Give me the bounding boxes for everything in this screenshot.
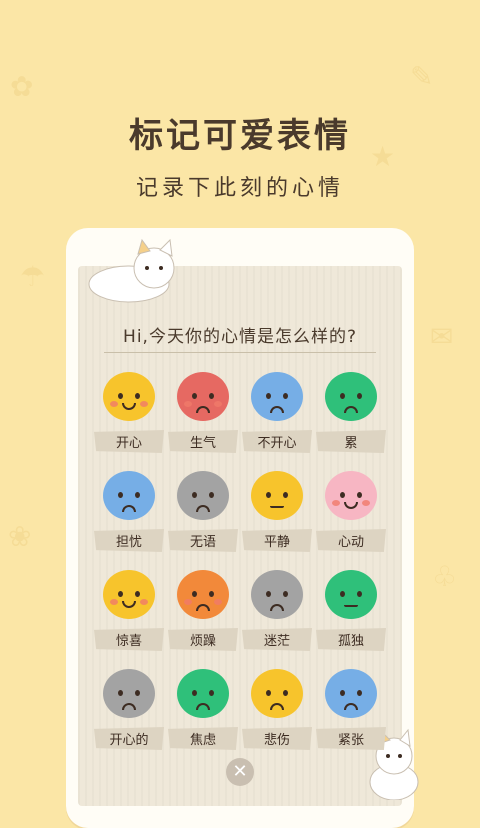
mood-label: 累	[316, 430, 386, 453]
mood-label: 开心	[94, 430, 164, 453]
mood-item[interactable]: 紧张	[314, 665, 388, 750]
mood-item[interactable]: 担忧	[92, 467, 166, 552]
cat-illustration-icon	[88, 238, 175, 303]
mood-label: 悲伤	[242, 727, 312, 750]
doodle-icon: ✉	[430, 320, 454, 353]
mood-label: 平静	[242, 529, 312, 552]
mood-face-icon	[325, 372, 377, 421]
mood-item[interactable]: 生气	[166, 368, 240, 453]
mood-item[interactable]: 累	[314, 368, 388, 453]
mood-label: 迷茫	[242, 628, 312, 651]
doodle-icon: ✿	[10, 70, 34, 103]
mood-face-icon	[325, 570, 377, 619]
mood-label: 不开心	[242, 430, 312, 453]
subline: 记录下此刻的心情	[135, 176, 344, 201]
close-icon: ✕	[232, 761, 248, 782]
mood-item[interactable]: 不开心	[240, 368, 314, 453]
mood-question: Hi,今天你的心情是怎么样的?	[123, 327, 357, 347]
mood-label: 心动	[316, 529, 386, 552]
mood-label: 担忧	[94, 529, 164, 552]
mood-face-icon	[177, 372, 229, 421]
mood-label: 开心的	[94, 727, 164, 750]
headline: 标记可爱表情	[129, 116, 351, 156]
doodle-icon: ♧	[432, 560, 458, 593]
doodle-icon: ❀	[8, 520, 32, 553]
mood-face-icon	[325, 471, 377, 520]
mood-face-icon	[251, 471, 303, 520]
doodle-icon: ✎	[410, 60, 434, 93]
mood-face-icon	[177, 471, 229, 520]
mood-label: 烦躁	[168, 628, 238, 651]
mood-item[interactable]: 孤独	[314, 566, 388, 651]
mood-face-icon	[325, 669, 377, 718]
mood-item[interactable]: 焦虑	[166, 665, 240, 750]
mood-item[interactable]: 平静	[240, 467, 314, 552]
mood-item[interactable]: 悲伤	[240, 665, 314, 750]
mood-face-icon	[251, 372, 303, 421]
mood-face-icon	[251, 570, 303, 619]
mood-label: 惊喜	[94, 628, 164, 651]
mood-item[interactable]: 无语	[166, 467, 240, 552]
mood-face-icon	[177, 570, 229, 619]
mood-face-icon	[103, 372, 155, 421]
mood-label: 焦虑	[168, 727, 238, 750]
mood-item[interactable]: 烦躁	[166, 566, 240, 651]
mood-item[interactable]: 开心的	[92, 665, 166, 750]
mood-label: 紧张	[316, 727, 386, 750]
mood-face-icon	[251, 669, 303, 718]
mood-item[interactable]: 惊喜	[92, 566, 166, 651]
doodle-icon: ☂	[20, 260, 46, 293]
mood-grid: 开心 生气 不开心累担忧 无语 平静 心动惊喜 烦躁 迷茫 孤独开心的 焦虑 悲伤 紧张	[92, 368, 388, 750]
mood-face-icon	[103, 669, 155, 718]
divider	[104, 352, 376, 353]
mood-face-icon	[177, 669, 229, 718]
close-button[interactable]: ✕	[226, 758, 254, 786]
mood-face-icon	[103, 570, 155, 619]
mood-item[interactable]: 开心	[92, 368, 166, 453]
mood-label: 孤独	[316, 628, 386, 651]
mood-label: 生气	[168, 430, 238, 453]
mood-item[interactable]: 迷茫	[240, 566, 314, 651]
mood-face-icon	[103, 471, 155, 520]
mood-item[interactable]: 心动	[314, 467, 388, 552]
mood-label: 无语	[168, 529, 238, 552]
